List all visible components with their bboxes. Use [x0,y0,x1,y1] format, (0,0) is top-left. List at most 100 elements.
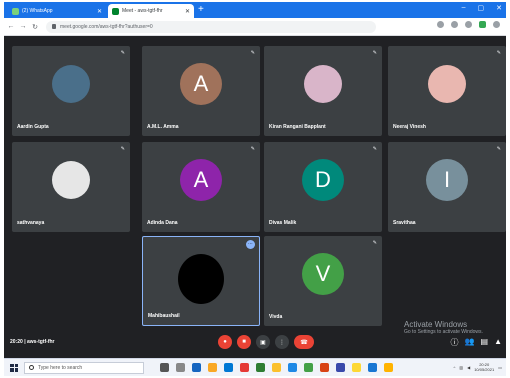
participant-name: Kiran Rangani Bapplant [269,124,326,130]
participant-tile[interactable]: D Divas Malik ✎ [264,142,382,232]
browser-toolbar: ← → ↻ meet.google.com/aws-tgtf-fhr?authu… [4,18,506,36]
participant-name: Divas Malik [269,220,297,226]
tab-title: Meet - aws-tgtf-fhr [122,8,163,14]
participant-tile[interactable]: A Adinda Dana ✎ [142,142,260,232]
participant-name: sathvanaya [17,220,45,226]
camera-permission-icon[interactable] [437,21,444,28]
meet-favicon-icon [112,7,119,15]
mic-off-button[interactable]: ● [218,335,232,349]
chrome-icon[interactable] [272,363,281,372]
mail-icon[interactable] [368,363,377,372]
excel-icon[interactable] [304,363,313,372]
tab-whatsapp[interactable]: (2) WhatsApp ✕ [8,4,106,18]
tab-title: (2) WhatsApp [22,8,53,14]
mic-muted-icon: ✎ [372,50,377,56]
chevron-up-icon[interactable]: ^ [453,365,455,370]
participant-tile[interactable]: sathvanaya ✎ [12,142,130,232]
edge-icon[interactable] [192,363,201,372]
powerpoint-icon[interactable] [320,363,329,372]
participant-tile[interactable]: Aardin Gupta ✎ [12,46,130,136]
participant-tile[interactable]: A A.M.L. Amma ✎ [142,46,260,136]
volume-icon[interactable]: ◀ [467,365,470,370]
taskbar-search-box[interactable]: Type here to search [24,361,144,374]
search-placeholder: Type here to search [38,364,83,371]
participant-name: Adinda Dana [147,220,178,226]
tab-meet[interactable]: Meet - aws-tgtf-fhr ✕ [108,4,194,18]
info-icon[interactable]: ⓘ [451,337,459,348]
end-call-button[interactable]: ☎ [294,335,314,349]
back-icon[interactable]: ← [6,23,16,30]
avatar-photo [52,160,90,199]
participant-tile[interactable]: Kiran Rangani Bapplant ✎ [264,46,382,136]
camera-off-button[interactable]: ■ [237,335,251,349]
app-green-icon[interactable] [256,363,265,372]
participant-tile[interactable]: Mahibaushail ⋯ [142,236,260,326]
taskbar-clock[interactable]: 20:20 10/05/2021 [474,362,494,372]
new-tab-button[interactable]: + [198,4,204,16]
task-view-icon[interactable] [176,363,185,372]
window-controls: – ▢ ✕ [462,4,502,12]
present-button[interactable]: ▣ [256,335,270,349]
avatar: V [302,252,344,295]
more-options-icon[interactable]: ⋯ [246,240,255,249]
zoom-icon[interactable] [451,21,458,28]
notifications-icon[interactable]: ▭ [498,365,502,370]
system-tray: ^ ▥ ◀ 20:20 10/05/2021 ▭ [453,362,502,372]
mic-muted-icon: ✎ [250,146,255,152]
sticky-notes-icon[interactable] [352,363,361,372]
avatar: D [302,158,344,201]
participant-name: Vivda [269,314,283,320]
participant-tile[interactable]: V Vivda ✎ [264,236,382,326]
file-explorer-icon[interactable] [208,363,217,372]
chat-icon[interactable]: ▤ [481,337,489,348]
meeting-controls-bar: 20:20 | aws-tgtf-fhr ● ■ ▣ ⋮ ☎ Activate … [4,320,506,356]
maximize-button[interactable]: ▢ [478,4,485,12]
whatsapp-favicon-icon [12,7,19,15]
participant-name: Aardin Gupta [17,124,49,130]
mic-muted-icon: ✎ [496,146,501,152]
store-icon[interactable] [224,363,233,372]
watermark-subtitle: Go to Settings to activate Windows. [404,329,483,335]
avatar-photo [304,64,342,103]
lock-icon [52,24,56,29]
menu-icon[interactable] [493,21,500,28]
vlc-icon[interactable] [384,363,393,372]
meeting-info: 20:20 | aws-tgtf-fhr [10,339,54,345]
people-icon[interactable]: 👥 [465,337,475,348]
mic-muted-icon: ✎ [120,50,125,56]
participant-tile[interactable]: Neeraj Vinesh ✎ [388,46,506,136]
mic-muted-icon: ✎ [120,146,125,152]
mic-muted-icon: ✎ [372,240,377,246]
present-icon: ▣ [260,339,266,346]
more-options-button[interactable]: ⋮ [275,335,289,349]
avatar: A [180,62,222,105]
meeting-clock: 20:20 [10,339,23,345]
teams-icon[interactable] [336,363,345,372]
activities-icon[interactable]: ▲ [494,337,502,348]
windows-start-icon[interactable] [10,363,18,372]
cortana-icon[interactable] [160,363,169,372]
activate-windows-watermark: Activate Windows Go to Settings to activ… [404,320,483,335]
close-icon[interactable]: ✕ [97,8,102,15]
reload-icon[interactable]: ↻ [30,23,40,31]
network-icon[interactable]: ▥ [459,365,463,370]
separator: | [24,339,26,345]
more-vert-icon: ⋮ [279,339,285,346]
bookmark-star-icon[interactable] [465,21,472,28]
participant-tile[interactable]: I Sravithaa ✎ [388,142,506,232]
phone-hangup-icon: ☎ [300,339,308,346]
mic-muted-icon: ✎ [496,50,501,56]
extension-icon[interactable] [479,21,486,28]
minimize-button[interactable]: – [462,4,466,12]
forward-icon[interactable]: → [18,23,28,30]
meeting-code[interactable]: aws-tgtf-fhr [27,339,55,345]
participant-name: Neeraj Vinesh [393,124,426,130]
address-bar[interactable]: meet.google.com/aws-tgtf-fhr?authuser=0 [46,20,376,33]
browser-tab-strip: (2) WhatsApp ✕ Meet - aws-tgtf-fhr ✕ + –… [4,2,506,18]
word-icon[interactable] [288,363,297,372]
close-window-button[interactable]: ✕ [496,4,502,12]
mic-muted-icon: ✎ [372,146,377,152]
app-red-icon[interactable] [240,363,249,372]
close-icon[interactable]: ✕ [185,8,190,15]
participant-name: Sravithaa [393,220,416,226]
